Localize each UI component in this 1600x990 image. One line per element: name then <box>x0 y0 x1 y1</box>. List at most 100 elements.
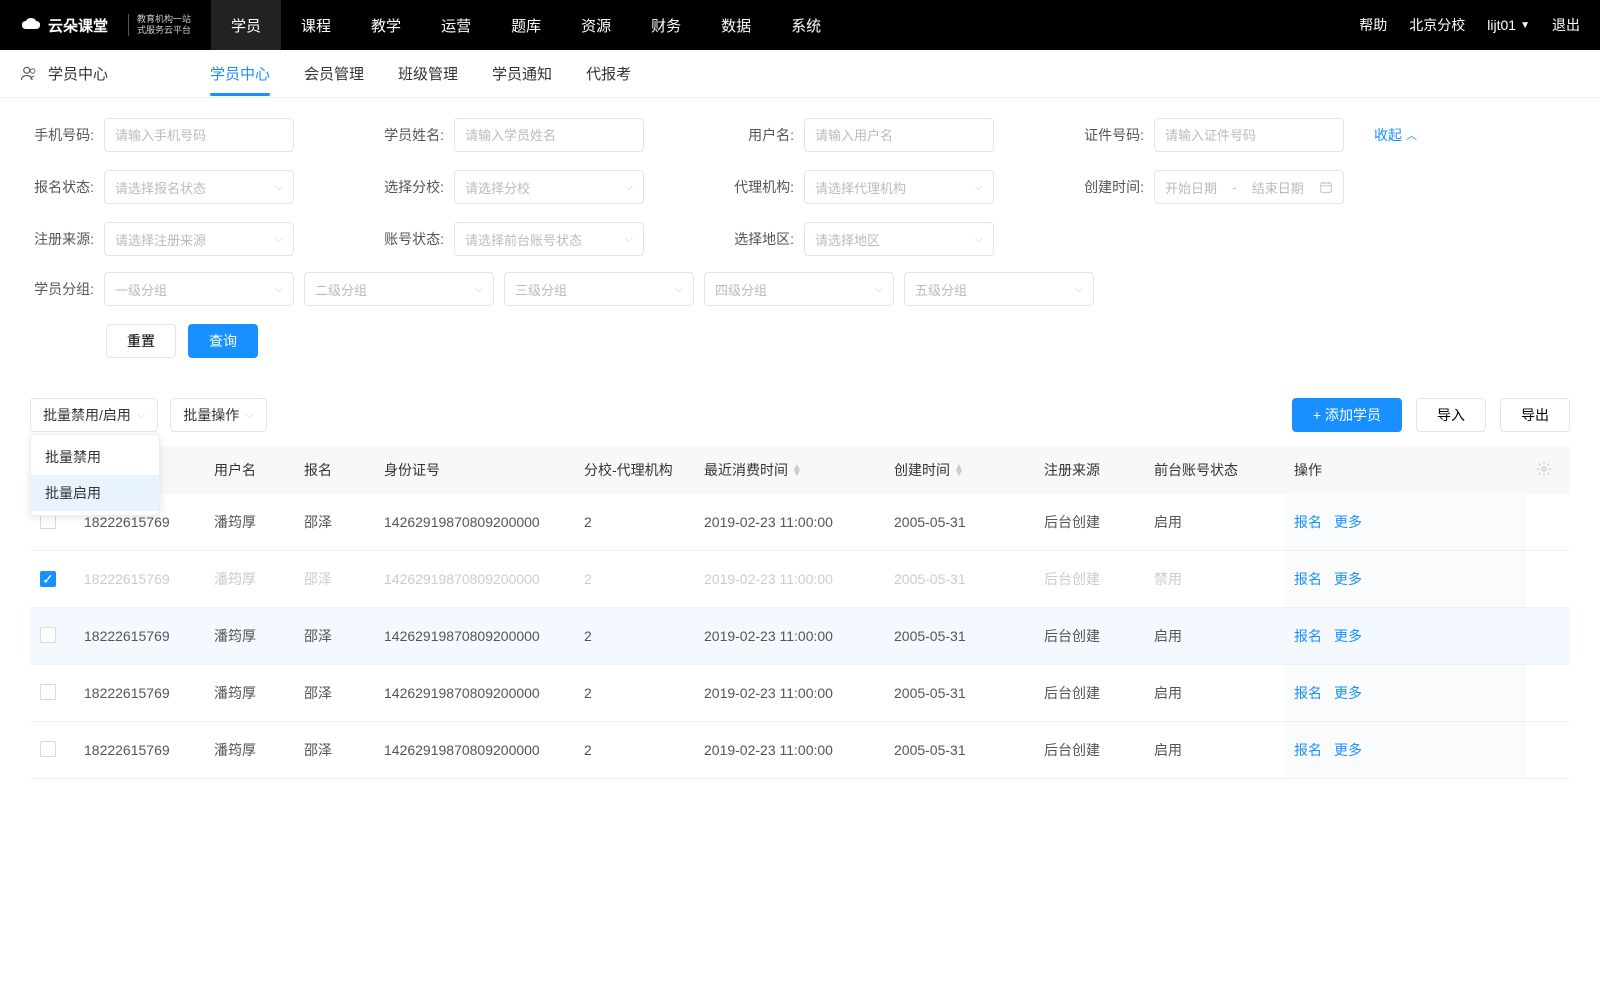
region-label: 选择地区: <box>730 229 794 249</box>
menu-batch-enable[interactable]: 批量启用 <box>31 475 159 511</box>
cell-created: 2005-05-31 <box>884 494 1034 551</box>
logout-link[interactable]: 退出 <box>1552 15 1580 35</box>
nav-item-7[interactable]: 数据 <box>701 0 771 50</box>
group-select-3[interactable]: 三级分组⌵ <box>504 272 694 306</box>
import-button[interactable]: 导入 <box>1416 398 1486 432</box>
phone-label: 手机号码: <box>30 125 94 145</box>
action-more[interactable]: 更多 <box>1334 571 1362 587</box>
cell-enroll: 邵泽 <box>294 722 374 779</box>
agent-select[interactable]: 请选择代理机构⌵ <box>804 170 994 204</box>
calendar-icon <box>1319 180 1333 194</box>
nav-item-8[interactable]: 系统 <box>771 0 841 50</box>
cell-created: 2005-05-31 <box>884 551 1034 608</box>
row-checkbox[interactable] <box>40 627 56 643</box>
phone-input[interactable] <box>104 118 294 152</box>
create-time-range[interactable]: 开始日期-结束日期 <box>1154 170 1344 204</box>
name-label: 学员姓名: <box>380 125 444 145</box>
cell-branch: 2 <box>574 551 694 608</box>
group-select-1[interactable]: 一级分组⌵ <box>104 272 294 306</box>
create-time-label: 创建时间: <box>1080 177 1144 197</box>
top-nav: 学员课程教学运营题库资源财务数据系统 <box>211 0 841 50</box>
collapse-toggle[interactable]: 收起︿ <box>1374 125 1417 145</box>
sort-icon[interactable]: ▲▼ <box>954 465 964 477</box>
action-more[interactable]: 更多 <box>1334 742 1362 758</box>
cell-src: 后台创建 <box>1034 608 1144 665</box>
enroll-status-select[interactable]: 请选择报名状态⌵ <box>104 170 294 204</box>
user-icon <box>20 65 38 83</box>
nav-item-6[interactable]: 财务 <box>631 0 701 50</box>
group-select-4[interactable]: 四级分组⌵ <box>704 272 894 306</box>
name-input[interactable] <box>454 118 644 152</box>
nav-item-1[interactable]: 课程 <box>281 0 351 50</box>
subtab-0[interactable]: 学员中心 <box>210 51 270 96</box>
subtab-2[interactable]: 班级管理 <box>398 51 458 96</box>
batch-toggle-dropdown[interactable]: 批量禁用/启用⌵ <box>30 398 158 432</box>
student-table: 用户名报名身份证号分校-代理机构最近消费时间▲▼创建时间▲▼注册来源前台账号状态… <box>30 446 1570 779</box>
user-menu[interactable]: lijt01▼ <box>1487 17 1530 33</box>
batch-ops-dropdown[interactable]: 批量操作⌵ <box>170 398 266 432</box>
table-row: 18222615769潘筠厚邵泽142629198708092000002201… <box>30 665 1570 722</box>
subtab-1[interactable]: 会员管理 <box>304 51 364 96</box>
page-title: 学员中心 <box>20 63 180 84</box>
action-signup[interactable]: 报名 <box>1294 571 1322 587</box>
col-header: 创建时间▲▼ <box>884 446 1034 494</box>
cell-id: 14262919870809200000 <box>374 551 574 608</box>
acct-status-select[interactable]: 请选择前台账号状态⌵ <box>454 222 644 256</box>
branch-select[interactable]: 请选择分校⌵ <box>454 170 644 204</box>
agent-label: 代理机构: <box>730 177 794 197</box>
action-signup[interactable]: 报名 <box>1294 514 1322 530</box>
cell-user: 潘筠厚 <box>204 494 294 551</box>
group-select-2[interactable]: 二级分组⌵ <box>304 272 494 306</box>
cell-id: 14262919870809200000 <box>374 665 574 722</box>
branch-selector[interactable]: 北京分校 <box>1409 15 1465 35</box>
table-row: ✓18222615769潘筠厚邵泽14262919870809200000220… <box>30 551 1570 608</box>
cell-src: 后台创建 <box>1034 494 1144 551</box>
action-signup[interactable]: 报名 <box>1294 742 1322 758</box>
nav-item-0[interactable]: 学员 <box>211 0 281 50</box>
nav-item-5[interactable]: 资源 <box>561 0 631 50</box>
row-checkbox[interactable] <box>40 741 56 757</box>
group-row: 学员分组: 一级分组⌵二级分组⌵三级分组⌵四级分组⌵五级分组⌵ <box>30 272 1570 306</box>
add-student-button[interactable]: + 添加学员 <box>1292 398 1402 432</box>
reg-source-select[interactable]: 请选择注册来源⌵ <box>104 222 294 256</box>
col-header: 操作 <box>1284 446 1526 494</box>
nav-item-4[interactable]: 题库 <box>491 0 561 50</box>
username-input[interactable] <box>804 118 994 152</box>
row-checkbox[interactable]: ✓ <box>40 571 56 587</box>
sub-nav-tabs: 学员中心会员管理班级管理学员通知代报考 <box>210 51 631 96</box>
cell-src: 后台创建 <box>1034 665 1144 722</box>
cell-last: 2019-02-23 11:00:00 <box>694 494 884 551</box>
col-header: 前台账号状态 <box>1144 446 1284 494</box>
nav-item-3[interactable]: 运营 <box>421 0 491 50</box>
subtab-3[interactable]: 学员通知 <box>492 51 552 96</box>
table-toolbar: 批量禁用/启用⌵ 批量操作⌵ 批量禁用 批量启用 + 添加学员 导入 导出 <box>30 398 1570 432</box>
idno-label: 证件号码: <box>1080 125 1144 145</box>
action-signup[interactable]: 报名 <box>1294 628 1322 644</box>
group-select-5[interactable]: 五级分组⌵ <box>904 272 1094 306</box>
cell-branch: 2 <box>574 722 694 779</box>
reset-button[interactable]: 重置 <box>106 324 176 358</box>
cell-branch: 2 <box>574 608 694 665</box>
col-header: 报名 <box>294 446 374 494</box>
filter-row-3: 注册来源: 请选择注册来源⌵ 账号状态: 请选择前台账号状态⌵ 选择地区: 请选… <box>30 222 1570 256</box>
menu-batch-disable[interactable]: 批量禁用 <box>31 439 159 475</box>
nav-item-2[interactable]: 教学 <box>351 0 421 50</box>
subtab-4[interactable]: 代报考 <box>586 51 631 96</box>
search-button[interactable]: 查询 <box>188 324 258 358</box>
gear-icon[interactable] <box>1536 461 1552 477</box>
region-select[interactable]: 请选择地区⌵ <box>804 222 994 256</box>
help-link[interactable]: 帮助 <box>1359 15 1387 35</box>
logo: 云朵课堂 教育机构一站 式服务云平台 <box>20 12 191 38</box>
cell-branch: 2 <box>574 665 694 722</box>
action-more[interactable]: 更多 <box>1334 628 1362 644</box>
action-more[interactable]: 更多 <box>1334 685 1362 701</box>
export-button[interactable]: 导出 <box>1500 398 1570 432</box>
col-header: 身份证号 <box>374 446 574 494</box>
action-more[interactable]: 更多 <box>1334 514 1362 530</box>
idno-input[interactable] <box>1154 118 1344 152</box>
cell-id: 14262919870809200000 <box>374 722 574 779</box>
row-checkbox[interactable] <box>40 684 56 700</box>
action-signup[interactable]: 报名 <box>1294 685 1322 701</box>
sort-icon[interactable]: ▲▼ <box>792 465 802 477</box>
cell-user: 潘筠厚 <box>204 608 294 665</box>
